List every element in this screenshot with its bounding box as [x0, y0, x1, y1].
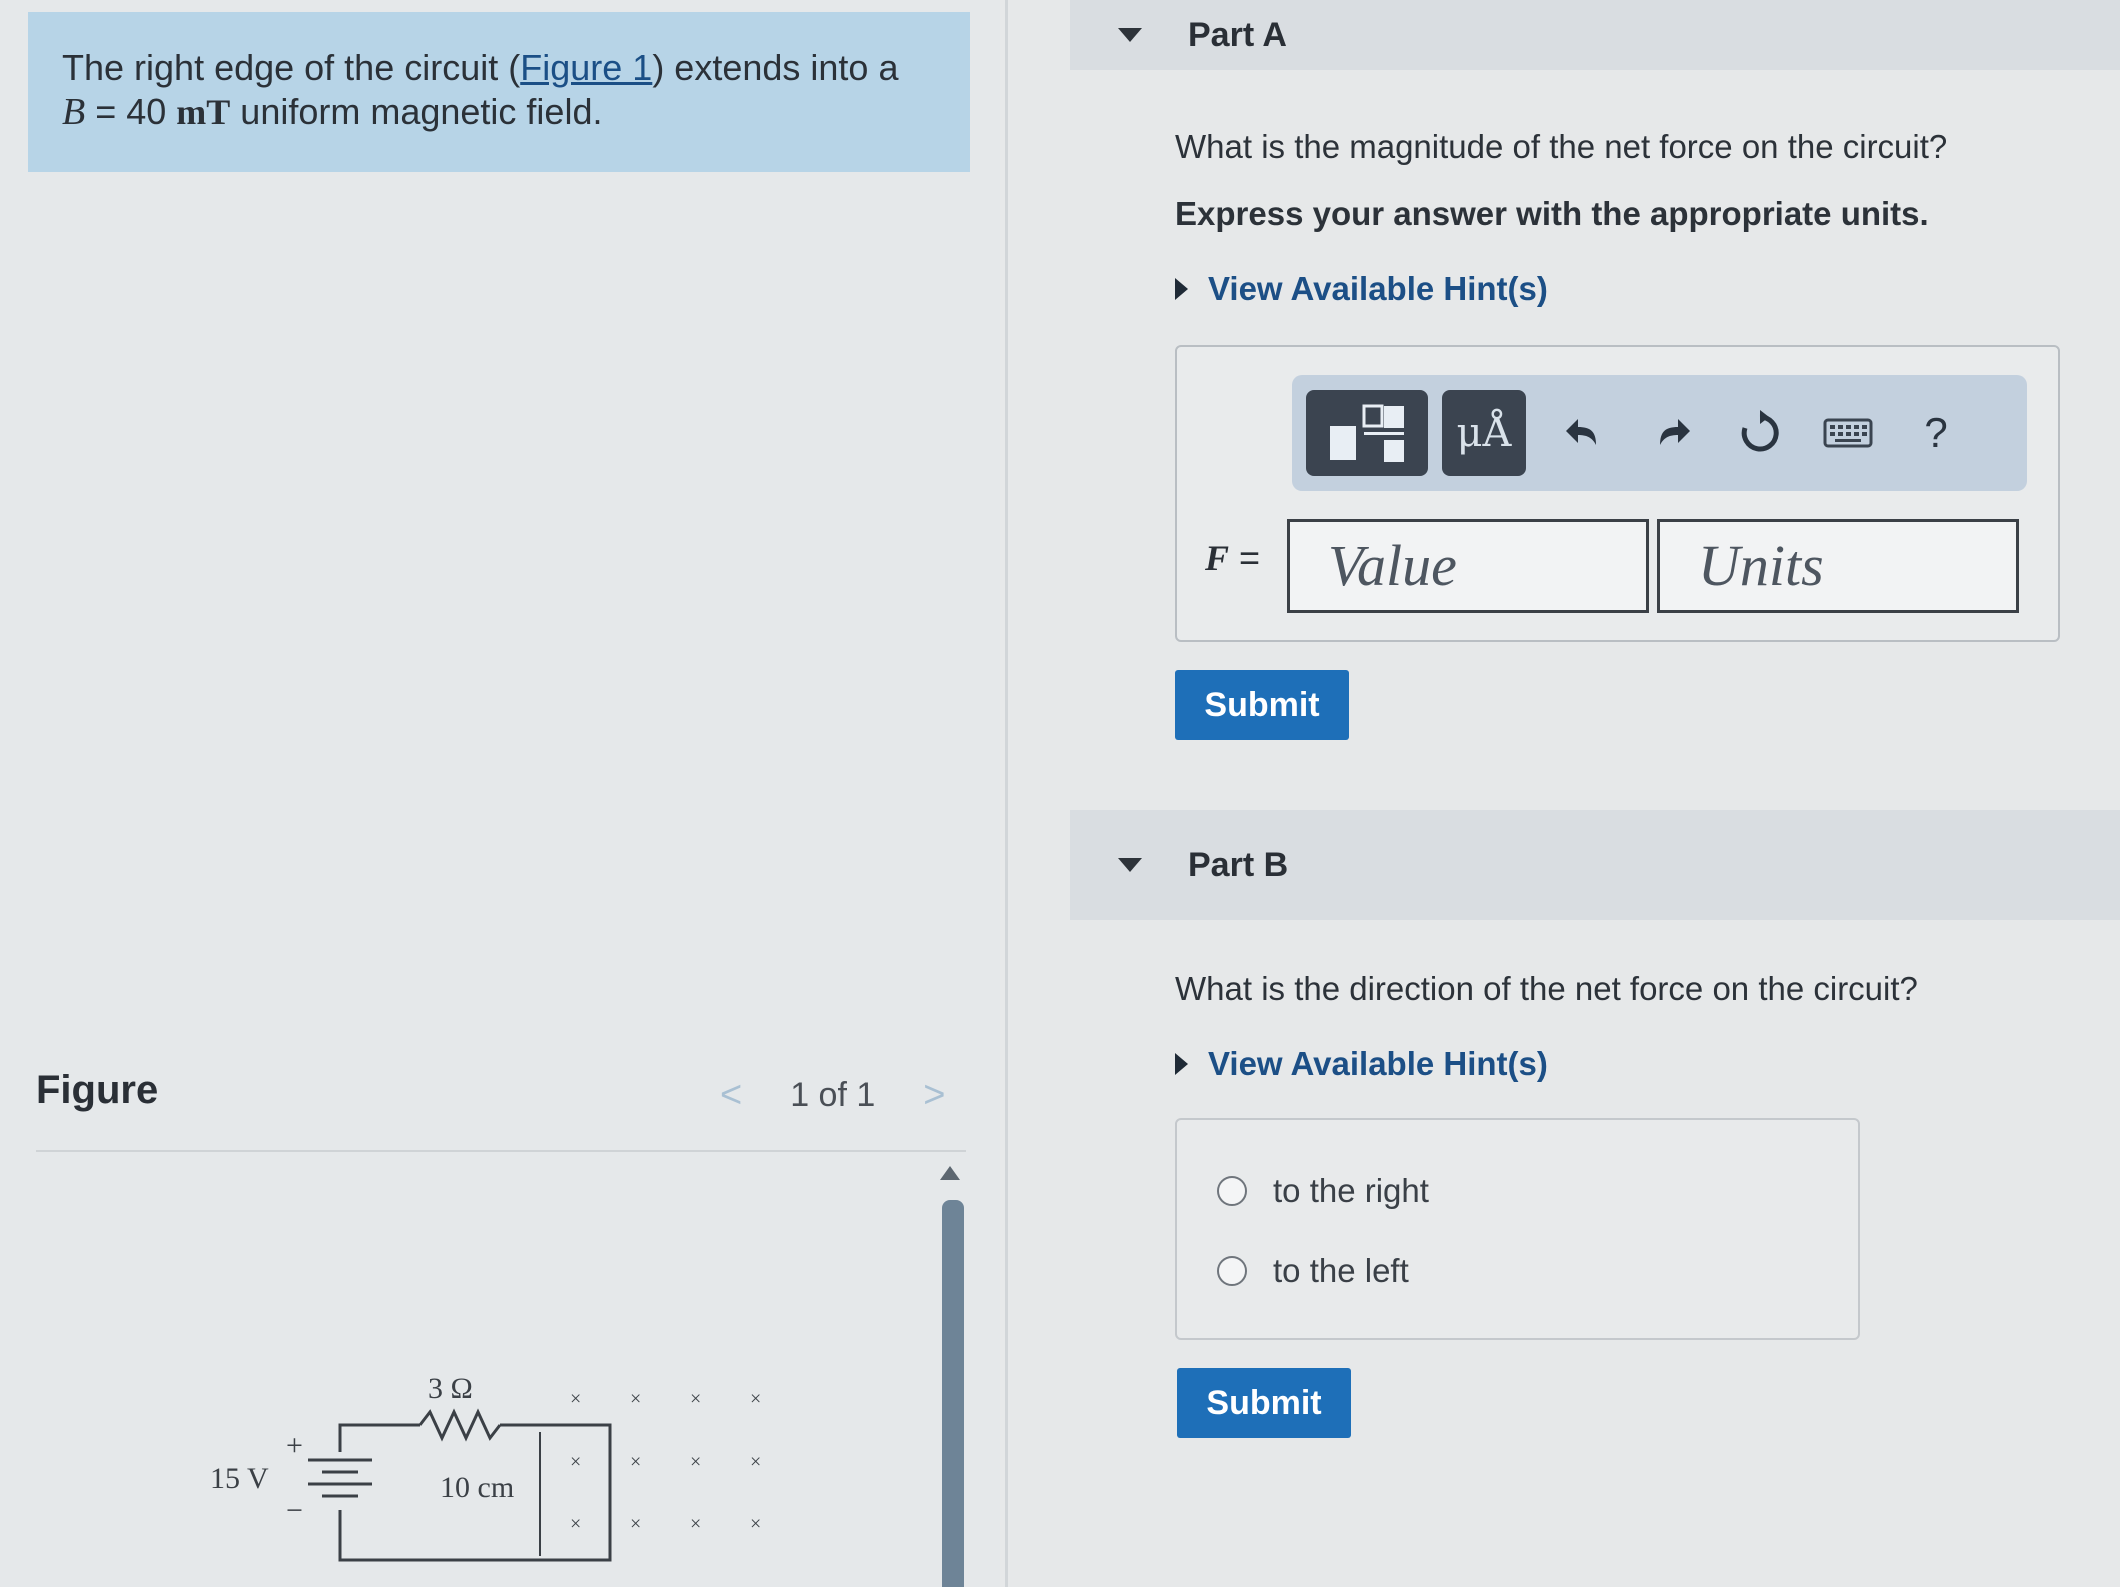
part-a-title: Part A [1188, 15, 1287, 54]
part-a-question: What is the magnitude of the net force o… [1175, 128, 1948, 165]
intro-text-start: The right edge of the circuit ( [62, 47, 521, 88]
part-a-header[interactable]: Part A [1070, 0, 2120, 70]
radio-button[interactable] [1217, 1256, 1247, 1286]
figure-pager: < 1 of 1 > [720, 1070, 945, 1120]
field-marker: × [690, 1388, 701, 1410]
b-equals: = 40 [85, 91, 177, 132]
part-a-submit-button[interactable]: Submit [1175, 670, 1349, 740]
intro-text-end: ) extends into a [652, 47, 899, 88]
hint-label: View Available Hint(s) [1208, 270, 1548, 307]
problem-intro: The right edge of the circuit (Figure 1)… [28, 12, 970, 172]
circuit-diagram: × × × × × × × × × × × × 3 Ω 15 V + − 10 … [210, 1372, 761, 1562]
magnetic-field-markers: × × × × × × × × × × × × [570, 1388, 761, 1535]
math-toolbar: μÅ ? [1292, 375, 2027, 491]
field-marker: × [690, 1451, 701, 1473]
figure-heading: Figure [36, 1068, 159, 1112]
units-button[interactable]: μÅ [1442, 390, 1526, 476]
field-marker: × [570, 1388, 581, 1410]
field-marker: × [630, 1513, 641, 1535]
hint-label: View Available Hint(s) [1208, 1045, 1548, 1082]
var-equals: = [1229, 537, 1261, 578]
part-b-question: What is the direction of the net force o… [1175, 970, 1918, 1007]
field-marker: × [690, 1513, 701, 1535]
field-marker: × [750, 1513, 761, 1535]
templates-button[interactable] [1306, 390, 1428, 476]
value-input[interactable]: Value [1287, 519, 1649, 613]
prev-figure-icon[interactable]: < [720, 1074, 742, 1117]
resistor-zigzag [418, 1408, 502, 1442]
scroll-up-icon[interactable] [940, 1166, 960, 1180]
choice-to-the-right[interactable]: to the right [1217, 1172, 1429, 1210]
length-label: 10 cm [440, 1471, 514, 1504]
intro-line2-text: uniform magnetic field. [230, 91, 603, 132]
left-panel: The right edge of the circuit (Figure 1)… [0, 0, 1000, 1587]
figure-scrollbar[interactable] [942, 1200, 964, 1587]
units-icon: μÅ [1456, 410, 1512, 456]
choice-label: to the left [1273, 1252, 1409, 1289]
intro-line-1: The right edge of the circuit (Figure 1)… [62, 46, 936, 90]
part-b-choices: to the right to the left [1175, 1118, 1860, 1340]
answer-variable-label: F = [1205, 537, 1260, 579]
part-a-hint-link[interactable]: View Available Hint(s) [1175, 270, 1548, 308]
figure-divider [36, 1150, 966, 1152]
part-b-submit-button[interactable]: Submit [1177, 1368, 1351, 1438]
undo-icon[interactable] [1540, 390, 1628, 476]
units-input[interactable]: Units [1657, 519, 2019, 613]
collapse-caret-icon[interactable] [1118, 28, 1142, 42]
pager-text: 1 of 1 [790, 1075, 876, 1114]
field-marker: × [570, 1513, 581, 1535]
choice-label: to the right [1273, 1172, 1429, 1209]
field-marker: × [630, 1388, 641, 1410]
intro-line-2: B = 40 mT uniform magnetic field. [62, 90, 936, 134]
templates-icon [1330, 404, 1404, 462]
part-a-answer-box: μÅ ? F = Value Units [1175, 345, 2060, 642]
right-panel: Part A What is the magnitude of the net … [1010, 0, 2120, 1587]
expand-triangle-icon [1175, 1053, 1188, 1075]
resistor-label: 3 Ω [428, 1372, 473, 1405]
part-b-hint-link[interactable]: View Available Hint(s) [1175, 1045, 1548, 1083]
expand-triangle-icon [1175, 278, 1188, 300]
field-marker: × [570, 1451, 581, 1473]
part-a-instruction: Express your answer with the appropriate… [1175, 195, 1929, 232]
choice-to-the-left[interactable]: to the left [1217, 1252, 1409, 1290]
help-icon[interactable]: ? [1892, 390, 1980, 476]
reset-icon[interactable] [1716, 390, 1804, 476]
part-b-header[interactable]: Part B [1070, 810, 2120, 920]
var-symbol: F [1205, 538, 1230, 578]
part-b-title: Part B [1188, 845, 1289, 884]
panel-divider[interactable] [1005, 0, 1008, 1587]
collapse-caret-icon[interactable] [1118, 858, 1142, 872]
figure-link[interactable]: Figure 1 [520, 47, 652, 88]
redo-icon[interactable] [1628, 390, 1716, 476]
keyboard-icon[interactable] [1804, 390, 1892, 476]
radio-button[interactable] [1217, 1176, 1247, 1206]
battery-minus: − [286, 1494, 303, 1527]
field-marker: × [630, 1451, 641, 1473]
battery-label: 15 V [210, 1462, 269, 1495]
field-marker: × [750, 1388, 761, 1410]
battery-plus: + [286, 1429, 303, 1462]
b-symbol: B [62, 91, 86, 133]
b-unit: mT [176, 92, 231, 132]
field-marker: × [750, 1451, 761, 1473]
next-figure-icon[interactable]: > [923, 1074, 945, 1117]
